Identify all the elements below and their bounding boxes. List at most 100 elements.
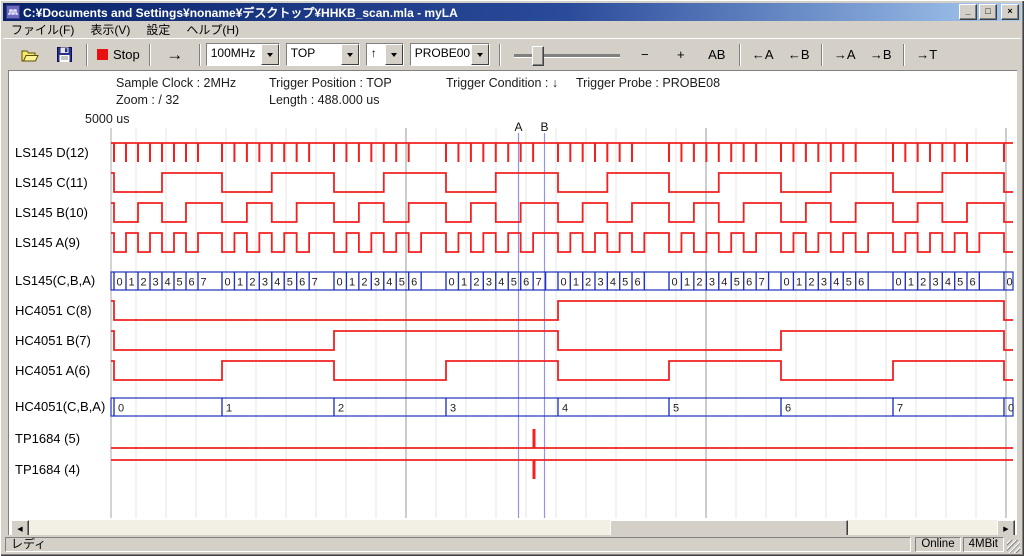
channel-label-2: LS145 B(10): [15, 205, 88, 220]
cursor-button-a-left[interactable]: ←A: [746, 42, 780, 67]
svg-text:1: 1: [908, 277, 914, 289]
svg-text:4: 4: [165, 277, 171, 289]
menu-item-1[interactable]: 表示(V): [82, 20, 138, 39]
svg-text:5: 5: [734, 277, 740, 289]
channel-label-5: HC4051 C(8): [15, 303, 92, 318]
svg-text:6: 6: [785, 403, 791, 415]
toolbar-zoom-buttons: −+AB: [628, 42, 734, 67]
open-file-button[interactable]: [13, 42, 47, 67]
application-window: C:¥Documents and Settings¥noname¥デスクトップ¥…: [0, 0, 1024, 556]
jump-to-trigger-button[interactable]: →T: [910, 42, 944, 67]
title-bar: C:¥Documents and Settings¥noname¥デスクトップ¥…: [3, 3, 1021, 21]
trace-LS145-C-11-: [111, 173, 1013, 192]
svg-text:2: 2: [585, 277, 591, 289]
svg-text:7: 7: [897, 403, 903, 415]
svg-text:6: 6: [189, 277, 195, 289]
maximize-button[interactable]: □: [979, 4, 997, 20]
toolbar-separator: [739, 44, 741, 66]
svg-text:5: 5: [846, 277, 852, 289]
minimize-button[interactable]: _: [959, 4, 977, 20]
svg-text:1: 1: [796, 277, 802, 289]
svg-text:0: 0: [1007, 277, 1013, 289]
toolbar-separator: [499, 44, 501, 66]
horizontal-scrollbar[interactable]: ◀ ▶: [11, 520, 1015, 536]
cursor-lines: AB: [514, 120, 548, 518]
svg-text:0: 0: [118, 403, 124, 415]
svg-text:5: 5: [957, 277, 963, 289]
trigger-probe-combo-dropdown-arrow[interactable]: [471, 44, 489, 65]
trigger-position-combo-dropdown-arrow[interactable]: [341, 44, 359, 65]
svg-text:3: 3: [486, 277, 492, 289]
cursor-button-b-right[interactable]: →B: [864, 42, 898, 67]
trigger-condition-text: Trigger Condition : ↓: [446, 76, 558, 90]
trigger-probe-text: Trigger Probe : PROBE08: [576, 76, 720, 90]
sample-rate-combo-dropdown-arrow[interactable]: [261, 44, 279, 65]
status-bar: レディ Online 4MBit: [3, 535, 1021, 553]
svg-text:3: 3: [709, 277, 715, 289]
svg-text:0: 0: [784, 277, 790, 289]
svg-text:6: 6: [858, 277, 864, 289]
svg-text:2: 2: [338, 403, 344, 415]
svg-text:2: 2: [141, 277, 147, 289]
stop-label: Stop: [113, 47, 140, 62]
status-ready-text: レディ: [5, 537, 911, 552]
svg-text:3: 3: [821, 277, 827, 289]
run-button[interactable]: →: [156, 42, 194, 67]
save-file-button[interactable]: [47, 42, 81, 67]
svg-text:2: 2: [696, 277, 702, 289]
trace-LS145-C-B-A-: 0123456701234567012345601234567012345601…: [111, 272, 1013, 290]
resize-grip[interactable]: [1007, 540, 1020, 553]
zoom-slider[interactable]: [514, 44, 620, 66]
trigger-position-combo[interactable]: TOP: [286, 43, 360, 66]
svg-text:0: 0: [561, 277, 567, 289]
sample-rate-combo[interactable]: 100MHz: [206, 43, 280, 66]
svg-text:0: 0: [337, 277, 343, 289]
menu-item-3[interactable]: ヘルプ(H): [178, 20, 247, 39]
menu-bar: ファイル(F)表示(V)設定ヘルプ(H): [3, 21, 1021, 38]
cursor-button-b-left[interactable]: ←B: [782, 42, 816, 67]
svg-text:4: 4: [274, 277, 280, 289]
svg-text:1: 1: [237, 277, 243, 289]
trigger-probe-combo[interactable]: PROBE00: [410, 43, 490, 66]
trigger-edge-combo[interactable]: ↑: [366, 43, 404, 66]
svg-text:4: 4: [610, 277, 616, 289]
channel-label-3: LS145 A(9): [15, 235, 80, 250]
zoom-text: Zoom : / 32: [116, 93, 179, 107]
trigger-edge-combo-value: ↑: [367, 44, 385, 65]
close-button[interactable]: ×: [1001, 4, 1019, 20]
svg-text:0: 0: [117, 277, 123, 289]
slider-thumb[interactable]: [532, 46, 544, 66]
svg-text:4: 4: [945, 277, 951, 289]
toolbar-separator: [199, 44, 201, 66]
stop-button[interactable]: Stop: [93, 42, 144, 67]
trace-HC4051-C-8-: [111, 301, 1013, 320]
toolbar-combos: 100MHz TOP ↑ PROBE00: [206, 43, 490, 66]
zoom-out-button[interactable]: −: [628, 42, 662, 67]
menu-item-2[interactable]: 設定: [138, 20, 178, 39]
svg-text:6: 6: [970, 277, 976, 289]
svg-text:5: 5: [177, 277, 183, 289]
zoom-ab-button[interactable]: AB: [700, 42, 734, 67]
sample-clock-text: Sample Clock : 2MHz: [116, 76, 236, 90]
status-memory-badge: 4MBit: [963, 537, 1004, 552]
trace-TP1684-5-: [111, 429, 1013, 448]
svg-text:2: 2: [920, 277, 926, 289]
channel-label-6: HC4051 B(7): [15, 333, 91, 348]
svg-text:1: 1: [573, 277, 579, 289]
toolbar-cursor-buttons-left: ←A←B: [746, 42, 816, 67]
trigger-edge-combo-dropdown-arrow[interactable]: [385, 44, 403, 65]
svg-text:3: 3: [450, 403, 456, 415]
svg-text:7: 7: [536, 277, 542, 289]
svg-text:3: 3: [153, 277, 159, 289]
trace-TP1684-4-: [111, 460, 1013, 479]
svg-text:1: 1: [349, 277, 355, 289]
zoom-in-button[interactable]: +: [664, 42, 698, 67]
svg-text:4: 4: [721, 277, 727, 289]
cursor-button-a-right[interactable]: →A: [828, 42, 862, 67]
svg-text:1: 1: [226, 403, 232, 415]
svg-text:5: 5: [673, 403, 679, 415]
channel-label-1: LS145 C(11): [15, 175, 88, 190]
menu-item-0[interactable]: ファイル(F): [3, 20, 82, 39]
floppy-disk-icon: [57, 47, 72, 62]
trace-LS145-A-9-: [111, 233, 1013, 252]
